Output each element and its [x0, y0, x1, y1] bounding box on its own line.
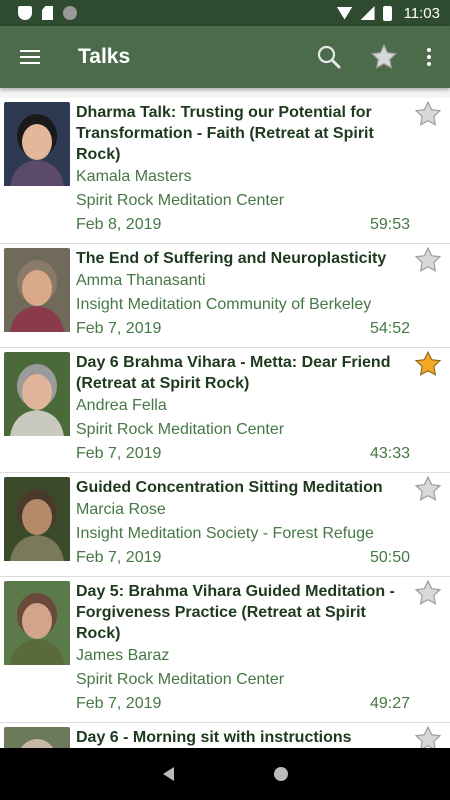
- talk-center: Spirit Rock Meditation Center: [76, 421, 285, 438]
- favorite-star-icon[interactable]: [414, 725, 442, 748]
- talk-duration: 43:33: [369, 445, 410, 462]
- favorite-star-icon[interactable]: [414, 100, 442, 128]
- talk-center: Insight Meditation Community of Berkeley: [76, 296, 372, 313]
- talk-title: Day 6 Brahma Vihara - Metta: Dear Friend…: [76, 354, 391, 392]
- page-title: Talks: [78, 45, 131, 68]
- status-bar: 11:03: [0, 0, 450, 26]
- talk-list-item[interactable]: Guided Concentration Sitting Meditation …: [0, 473, 450, 577]
- favorites-button[interactable]: [354, 26, 414, 88]
- favorite-star-icon[interactable]: [414, 579, 442, 607]
- talk-speaker: Marcia Rose: [76, 501, 166, 518]
- talk-list-item[interactable]: Day 6 - Morning sit with instructions (R…: [0, 723, 450, 748]
- menu-icon: [20, 50, 40, 52]
- more-vert-icon: [427, 48, 431, 52]
- favorite-star-icon[interactable]: [414, 475, 442, 503]
- talk-title: Day 6 - Morning sit with instructions (R…: [76, 729, 352, 746]
- talk-list-item[interactable]: Day 5: Brahma Vihara Guided Meditation -…: [0, 577, 450, 723]
- home-icon[interactable]: [273, 767, 288, 781]
- talk-duration: 59:53: [369, 216, 410, 233]
- battery-icon: [382, 5, 392, 21]
- talk-speaker: Kamala Masters: [76, 168, 192, 185]
- favorite-star-icon[interactable]: [414, 350, 442, 378]
- talk-date: Feb 8, 2019: [76, 216, 162, 233]
- menu-button[interactable]: [0, 26, 60, 88]
- speaker-photo: [4, 477, 70, 570]
- talk-title: Day 5: Brahma Vihara Guided Meditation -…: [76, 583, 395, 642]
- sd-card-icon: [42, 6, 53, 20]
- talk-speaker: Andrea Fella: [76, 397, 167, 414]
- talk-speaker: Amma Thanasanti: [76, 272, 206, 289]
- speaker-photo: [4, 248, 70, 341]
- speaker-photo: [4, 727, 70, 748]
- talk-title: Dharma Talk: Trusting our Potential for …: [76, 104, 374, 163]
- speaker-photo: [4, 581, 70, 716]
- search-button[interactable]: [304, 26, 354, 88]
- speaker-photo: [4, 102, 70, 237]
- wifi-icon: [336, 6, 353, 20]
- app-root: 11:03 Talks Dharma Talk: Trusting our Po…: [0, 0, 450, 800]
- talk-duration: 50:50: [369, 549, 410, 566]
- star-icon: [370, 43, 398, 69]
- talk-list-item[interactable]: Day 6 Brahma Vihara - Metta: Dear Friend…: [0, 348, 450, 473]
- favorite-star-icon[interactable]: [414, 246, 442, 274]
- talk-list[interactable]: Dharma Talk: Trusting our Potential for …: [0, 88, 450, 748]
- talk-date: Feb 7, 2019: [76, 695, 162, 712]
- signal-icon: [360, 6, 375, 20]
- system-nav-bar: [0, 748, 450, 800]
- talk-speaker: James Baraz: [76, 647, 170, 664]
- talk-date: Feb 7, 2019: [76, 549, 162, 566]
- talk-center: Spirit Rock Meditation Center: [76, 671, 285, 688]
- talk-list-item[interactable]: Dharma Talk: Trusting our Potential for …: [0, 98, 450, 244]
- overflow-menu-button[interactable]: [414, 26, 444, 88]
- talk-duration: 54:52: [369, 320, 410, 337]
- sync-icon: [63, 6, 77, 20]
- talk-date: Feb 7, 2019: [76, 445, 162, 462]
- talk-date: Feb 7, 2019: [76, 320, 162, 337]
- talk-center: Insight Meditation Society - Forest Refu…: [76, 525, 374, 542]
- speaker-photo: [4, 352, 70, 466]
- talk-title: Guided Concentration Sitting Meditation: [76, 479, 383, 496]
- app-bar: Talks: [0, 26, 450, 88]
- status-time: 11:03: [403, 4, 440, 22]
- talk-title: The End of Suffering and Neuroplasticity: [76, 250, 387, 267]
- talk-center: Spirit Rock Meditation Center: [76, 192, 285, 209]
- back-icon[interactable]: [162, 767, 174, 781]
- talk-duration: 49:27: [369, 695, 410, 712]
- search-icon: [317, 45, 341, 69]
- talk-list-item[interactable]: The End of Suffering and Neuroplasticity…: [0, 244, 450, 348]
- shield-icon: [18, 6, 32, 20]
